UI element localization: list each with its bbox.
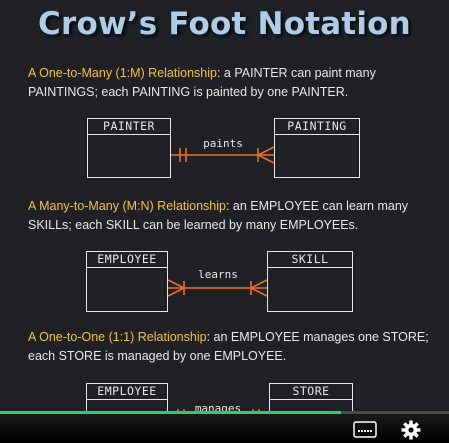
player-controls xyxy=(0,414,449,443)
settings-gear-icon[interactable] xyxy=(401,420,421,440)
captions-icon[interactable] xyxy=(353,421,377,438)
relationship-manages-connector xyxy=(168,409,269,423)
